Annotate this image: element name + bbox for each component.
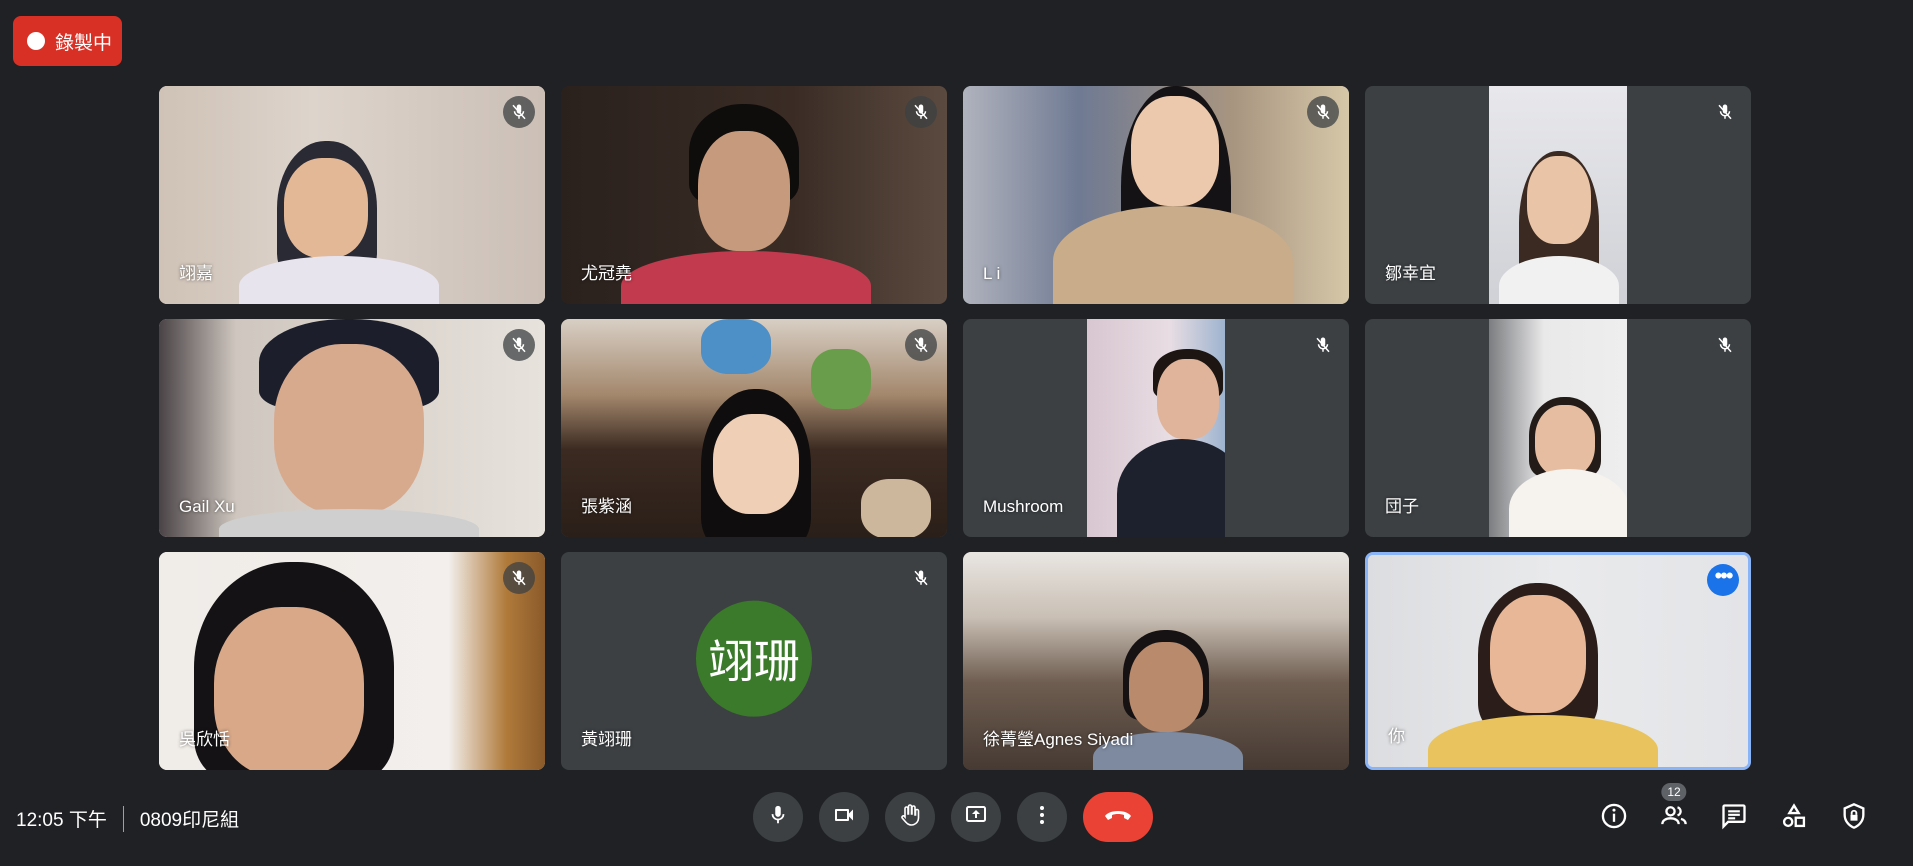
participant-video	[1489, 86, 1627, 304]
chat-icon	[1720, 802, 1748, 835]
meeting-info: 12:05 下午 0809印尼組	[16, 805, 239, 832]
participant-tile[interactable]: 鄒幸宜	[1365, 86, 1751, 304]
participant-tile[interactable]: 翊嘉	[159, 86, 545, 304]
microphone-button[interactable]	[753, 792, 803, 842]
mic-off-icon	[503, 96, 535, 128]
participant-tile[interactable]: 翊珊 黃翊珊	[561, 552, 947, 770]
participants-button[interactable]: 12	[1657, 783, 1691, 838]
participant-name: 徐菁瑩Agnes Siyadi	[983, 730, 1134, 749]
more-options-button[interactable]	[1017, 792, 1067, 842]
participant-video	[963, 86, 1349, 304]
chat-button[interactable]	[1717, 798, 1751, 838]
call-controls	[753, 792, 1153, 842]
meeting-time: 12:05 下午	[16, 810, 107, 831]
participant-video	[1368, 555, 1748, 767]
participant-name: Mushroom	[983, 497, 1064, 516]
participant-tile[interactable]: 団子	[1365, 319, 1751, 537]
more-vert-icon	[1030, 803, 1054, 832]
mic-icon	[767, 804, 789, 831]
mic-off-icon	[905, 96, 937, 128]
self-tile[interactable]: 你 •••	[1365, 552, 1751, 770]
recording-label: 錄製中	[55, 32, 113, 54]
participant-video	[1087, 319, 1225, 537]
participant-tile[interactable]: Gail Xu	[159, 319, 545, 537]
participant-avatar: 翊珊	[696, 600, 812, 717]
divider	[122, 805, 124, 832]
mic-off-icon	[905, 562, 937, 594]
participant-name: 尤冠堯	[581, 264, 632, 283]
mic-off-icon	[905, 329, 937, 361]
participant-grid: 翊嘉 尤冠堯 L i 鄒幸宜 Gail Xu 張紫涵 Mushroom 団子 吳…	[159, 86, 1751, 770]
camera-button[interactable]	[819, 792, 869, 842]
host-controls-button[interactable]	[1837, 798, 1871, 838]
shield-lock-icon	[1840, 802, 1868, 835]
info-icon	[1600, 802, 1628, 835]
mic-off-icon	[1307, 329, 1339, 361]
side-panel-controls: 12	[1597, 783, 1871, 838]
participant-name: 張紫涵	[581, 497, 632, 516]
participant-count-badge: 12	[1661, 783, 1687, 801]
participant-name: L i	[983, 264, 1001, 283]
participant-tile[interactable]: 徐菁瑩Agnes Siyadi	[963, 552, 1349, 770]
recording-indicator[interactable]: 錄製中	[13, 16, 122, 66]
camera-icon	[832, 803, 856, 832]
meeting-details-button[interactable]	[1597, 798, 1631, 838]
people-icon	[1659, 802, 1689, 835]
participant-video	[159, 86, 545, 304]
participant-tile[interactable]: L i	[963, 86, 1349, 304]
raise-hand-button[interactable]	[885, 792, 935, 842]
hand-icon	[898, 803, 922, 832]
mic-off-icon	[1307, 96, 1339, 128]
mic-off-icon	[1709, 96, 1741, 128]
hang-up-icon	[1103, 805, 1133, 830]
leave-call-button[interactable]	[1083, 792, 1153, 842]
participant-name: 吳欣恬	[179, 730, 230, 749]
mic-off-icon	[1709, 329, 1741, 361]
participant-name: 鄒幸宜	[1385, 264, 1436, 283]
participant-name: 黃翊珊	[581, 730, 632, 749]
present-icon	[964, 803, 988, 832]
more-options-button[interactable]: •••	[1707, 564, 1739, 596]
record-dot-icon	[27, 32, 45, 50]
present-screen-button[interactable]	[951, 792, 1001, 842]
activities-icon	[1780, 802, 1808, 835]
meeting-code: 0809印尼組	[139, 810, 240, 831]
participant-name: 翊嘉	[179, 264, 213, 283]
participant-name: Gail Xu	[179, 497, 235, 516]
participant-name: 你	[1388, 727, 1405, 746]
participant-tile[interactable]: 吳欣恬	[159, 552, 545, 770]
activities-button[interactable]	[1777, 798, 1811, 838]
participant-tile[interactable]: Mushroom	[963, 319, 1349, 537]
participant-video	[1489, 319, 1627, 537]
mic-off-icon	[503, 562, 535, 594]
participant-name: 団子	[1385, 497, 1419, 516]
mic-off-icon	[503, 329, 535, 361]
participant-tile[interactable]: 張紫涵	[561, 319, 947, 537]
participant-tile[interactable]: 尤冠堯	[561, 86, 947, 304]
